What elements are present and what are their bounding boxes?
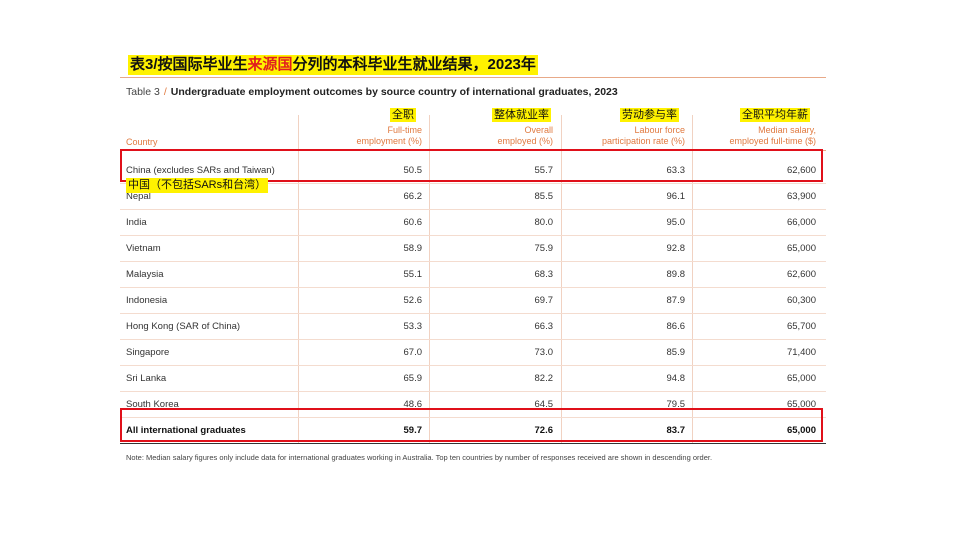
table-row: Malaysia 55.1 68.3 89.8 62,600 xyxy=(120,261,826,288)
full-time-cell: 65.9 xyxy=(403,373,423,384)
country-cell: Malaysia xyxy=(126,269,164,280)
column-4-header-line1: Median salary, xyxy=(758,125,816,135)
table-row: India 60.6 80.0 95.0 66,000 xyxy=(120,209,826,236)
column-2-header-line1: Overall xyxy=(524,125,553,135)
full-time-cell: 58.9 xyxy=(403,243,423,254)
labour-cell: 85.9 xyxy=(666,347,686,358)
column-3-header-line2: participation rate (%) xyxy=(601,136,685,146)
table-label: Table 3 xyxy=(126,86,160,98)
overall-cell: 82.2 xyxy=(534,373,554,384)
overall-cell: 85.5 xyxy=(534,191,554,202)
full-time-cell: 55.1 xyxy=(403,269,423,280)
column-1-header: Full-time employment (%) xyxy=(322,125,422,147)
country-cell: Hong Kong (SAR of China) xyxy=(126,321,241,332)
labour-cell: 92.8 xyxy=(666,243,686,254)
overall-cell: 66.3 xyxy=(534,321,554,332)
country-cell: Indonesia xyxy=(126,295,168,306)
salary-cell: 65,700 xyxy=(786,321,816,332)
column-1-header-line2: employment (%) xyxy=(356,136,422,146)
full-time-cell: 60.6 xyxy=(403,217,423,228)
table-row: Vietnam 58.9 75.9 92.8 65,000 xyxy=(120,235,826,262)
column-1-cn-label: 全职 xyxy=(390,108,416,122)
table-row: Sri Lanka 65.9 82.2 94.8 65,000 xyxy=(120,365,826,392)
annotation-title-suffix: 分列的本科毕业生就业结果，2023年 xyxy=(292,56,536,73)
salary-cell: 66,000 xyxy=(786,217,816,228)
labour-cell: 95.0 xyxy=(666,217,686,228)
overall-cell: 80.0 xyxy=(534,217,554,228)
country-cell: Sri Lanka xyxy=(126,373,167,384)
table-row: Hong Kong (SAR of China) 53.3 66.3 86.6 … xyxy=(120,313,826,340)
annotation-title: 表3/按国际毕业生来源国分列的本科毕业生就业结果，2023年 xyxy=(128,55,538,75)
column-4-header-line2: employed full-time ($) xyxy=(729,136,816,146)
full-time-cell: 53.3 xyxy=(403,321,423,332)
annotation-title-prefix: 表3/按国际毕业生 xyxy=(130,56,248,73)
full-time-cell: 52.6 xyxy=(403,295,423,306)
table-title: Table 3/Undergraduate employment outcome… xyxy=(126,86,618,98)
salary-cell: 60,300 xyxy=(786,295,816,306)
overall-cell: 75.9 xyxy=(534,243,554,254)
country-cell: India xyxy=(126,217,147,228)
column-4-header: Median salary, employed full-time ($) xyxy=(696,125,816,147)
column-2-header-line2: employed (%) xyxy=(497,136,553,146)
labour-cell: 87.9 xyxy=(666,295,686,306)
top-rule xyxy=(120,77,826,78)
column-4-cn-label: 全职平均年薪 xyxy=(740,108,810,122)
salary-cell: 71,400 xyxy=(786,347,816,358)
table-note: Note: Median salary figures only include… xyxy=(126,453,713,462)
overall-cell: 73.0 xyxy=(534,347,554,358)
annotation-title-highlight: 来源国 xyxy=(247,56,293,73)
total-row-highlight-box xyxy=(120,408,823,442)
overall-cell: 69.7 xyxy=(534,295,554,306)
column-3-header-line1: Labour force xyxy=(634,125,685,135)
salary-cell: 65,000 xyxy=(786,373,816,384)
table-title-text: Undergraduate employment outcomes by sou… xyxy=(170,86,618,98)
labour-cell: 96.1 xyxy=(666,191,686,202)
table-row: Indonesia 52.6 69.7 87.9 60,300 xyxy=(120,287,826,314)
column-2-cn-label: 整体就业率 xyxy=(492,108,551,122)
country-cell: Vietnam xyxy=(126,243,161,254)
salary-cell: 62,600 xyxy=(786,269,816,280)
labour-cell: 86.6 xyxy=(666,321,686,332)
column-2-header: Overall employed (%) xyxy=(453,125,553,147)
labour-cell: 89.8 xyxy=(666,269,686,280)
column-3-header: Labour force participation rate (%) xyxy=(565,125,685,147)
overall-cell: 68.3 xyxy=(534,269,554,280)
country-cell: Singapore xyxy=(126,347,170,358)
country-column-header: Country xyxy=(126,137,158,147)
column-3-cn-label: 劳动参与率 xyxy=(620,108,679,122)
salary-cell: 63,900 xyxy=(786,191,816,202)
table-title-separator: / xyxy=(163,86,167,98)
table-row: Singapore 67.0 73.0 85.9 71,400 xyxy=(120,339,826,366)
full-time-cell: 67.0 xyxy=(403,347,423,358)
salary-cell: 65,000 xyxy=(786,243,816,254)
china-cn-label: 中国（不包括SARs和台湾） xyxy=(126,178,269,193)
column-1-header-line1: Full-time xyxy=(387,125,422,135)
full-time-cell: 66.2 xyxy=(403,191,423,202)
labour-cell: 94.8 xyxy=(666,373,686,384)
